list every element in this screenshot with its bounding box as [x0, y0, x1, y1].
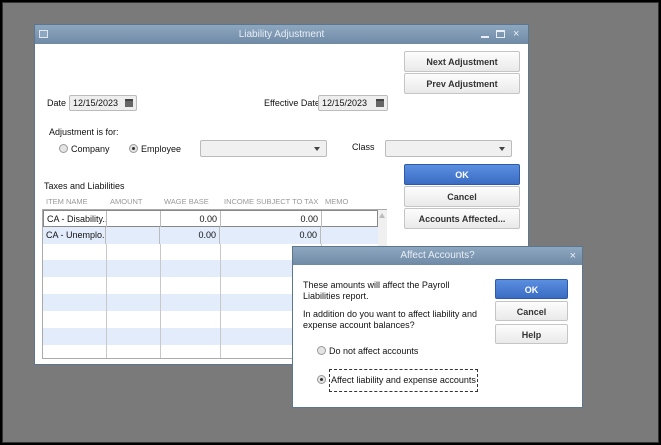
class-label: Class	[352, 142, 375, 152]
header-amount[interactable]: AMOUNT	[110, 197, 143, 206]
dialog-ok-button[interactable]: OK	[495, 279, 568, 299]
memo-cell[interactable]	[322, 211, 378, 228]
option1-label: Do not affect accounts	[329, 346, 419, 356]
system-menu-icon[interactable]	[39, 30, 48, 38]
dialog-help-button[interactable]: Help	[495, 324, 568, 344]
minimize-icon[interactable]	[481, 36, 489, 38]
header-memo[interactable]: MEMO	[325, 197, 348, 206]
radio-affect-accounts[interactable]: Affect liability and expense accounts	[317, 369, 478, 392]
affect-accounts-dialog: Affect Accounts? × These amounts will af…	[292, 246, 583, 408]
chevron-down-icon	[314, 147, 320, 151]
wage-base-cell[interactable]: 0.00	[160, 227, 220, 244]
effective-date-field[interactable]: 12/15/2023	[318, 95, 388, 111]
radio-selected-icon	[129, 144, 138, 153]
radio-do-not-affect[interactable]: Do not affect accounts	[317, 346, 418, 356]
date-label: Date	[47, 98, 67, 108]
income-subject-cell[interactable]: 0.00	[220, 227, 321, 244]
maximize-icon[interactable]	[496, 30, 505, 38]
wage-base-cell[interactable]: 0.00	[161, 211, 221, 228]
radio-company[interactable]: Company	[59, 144, 110, 154]
amount-cell[interactable]	[106, 227, 160, 244]
company-label: Company	[71, 144, 110, 154]
table-row[interactable]: CA - Unemplo... 0.00 0.00	[43, 227, 378, 244]
option2-label: Affect liability and expense accounts	[329, 369, 478, 392]
table-row[interactable]: CA - Disability... 0.00 0.00	[43, 210, 378, 228]
item-name-cell[interactable]: CA - Disability...	[44, 211, 107, 228]
header-item-name[interactable]: ITEM NAME	[46, 197, 88, 206]
cancel-button[interactable]: Cancel	[404, 186, 520, 207]
radio-icon	[59, 144, 68, 153]
scroll-up-icon[interactable]	[379, 213, 385, 218]
memo-cell[interactable]	[321, 227, 377, 244]
amount-cell[interactable]	[107, 211, 161, 228]
accounts-affected-button[interactable]: Accounts Affected...	[404, 208, 520, 229]
close-icon[interactable]: ×	[513, 25, 519, 44]
dialog-cancel-button[interactable]: Cancel	[495, 301, 568, 321]
employee-label: Employee	[141, 144, 182, 154]
item-name-cell[interactable]: CA - Unemplo...	[43, 227, 106, 244]
prev-adjustment-button[interactable]: Prev Adjustment	[404, 73, 520, 94]
close-icon[interactable]: ×	[570, 247, 576, 265]
title-bar: Liability Adjustment ×	[35, 25, 528, 44]
income-subject-cell[interactable]: 0.00	[221, 211, 322, 228]
radio-icon	[317, 346, 326, 355]
date-field[interactable]: 12/15/2023	[69, 95, 137, 111]
calendar-icon[interactable]	[376, 99, 384, 107]
employee-dropdown[interactable]	[200, 140, 327, 157]
dialog-title: Affect Accounts?	[400, 250, 475, 261]
effective-date-value: 12/15/2023	[322, 98, 368, 108]
taxes-liabilities-title: Taxes and Liabilities	[44, 181, 125, 191]
date-value: 12/15/2023	[73, 98, 119, 108]
header-income-subject[interactable]: INCOME SUBJECT TO TAX	[224, 197, 318, 206]
dialog-title-bar: Affect Accounts? ×	[293, 247, 582, 265]
calendar-icon[interactable]	[125, 99, 133, 107]
header-wage-base[interactable]: WAGE BASE	[164, 197, 209, 206]
window-title: Liability Adjustment	[238, 29, 325, 40]
radio-employee[interactable]: Employee	[129, 144, 181, 154]
dialog-message-1: These amounts will affect the Payroll Li…	[303, 280, 450, 301]
radio-selected-icon	[317, 375, 326, 384]
adjustment-for-label: Adjustment is for:	[49, 127, 119, 137]
chevron-down-icon	[499, 147, 505, 151]
ok-button[interactable]: OK	[404, 164, 520, 185]
next-adjustment-button[interactable]: Next Adjustment	[404, 51, 520, 72]
effective-date-label: Effective Date	[264, 98, 320, 108]
class-dropdown[interactable]	[385, 140, 512, 157]
dialog-message-2: In addition do you want to affect liabil…	[303, 309, 477, 330]
